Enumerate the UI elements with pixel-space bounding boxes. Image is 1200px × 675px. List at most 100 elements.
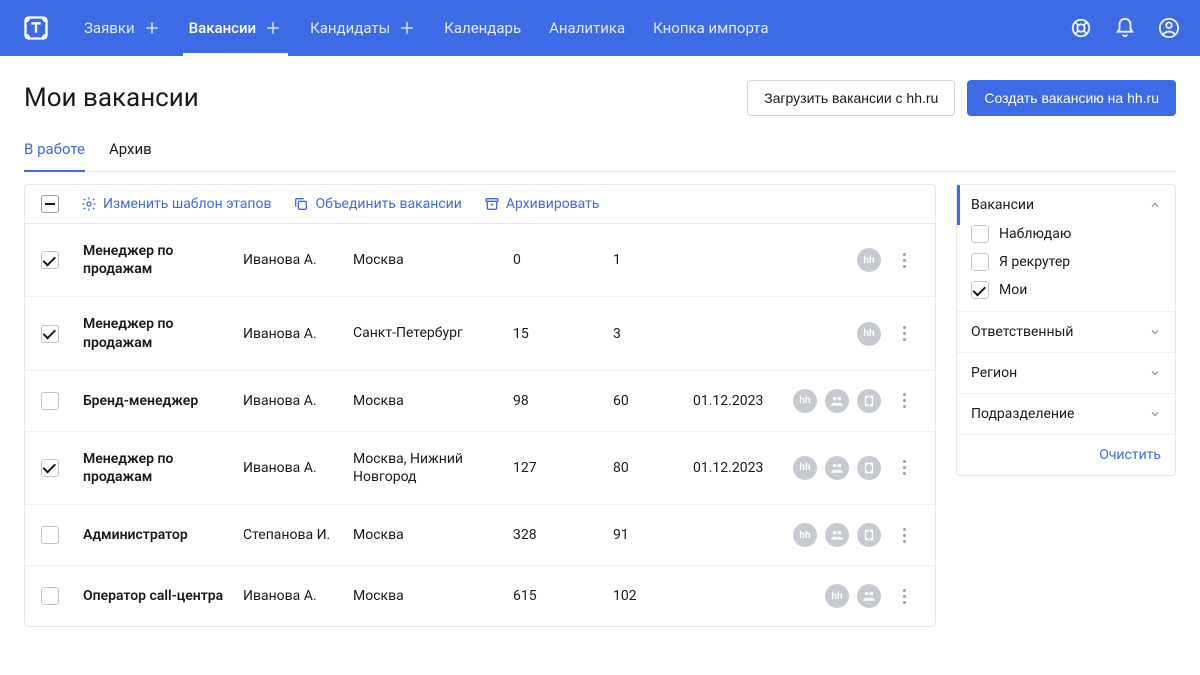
create-vacancy-button[interactable]: Создать вакансию на hh.ru (967, 80, 1176, 116)
filter-head[interactable]: Подразделение (957, 394, 1175, 434)
row-checkbox[interactable] (41, 392, 59, 410)
option-label: Наблюдаю (999, 226, 1071, 242)
dots-icon (903, 528, 906, 543)
table-row[interactable]: Оператор call-центраИванова А.Москва6151… (25, 566, 935, 626)
dots-icon (903, 326, 906, 341)
bulk-bar: Изменить шаблон этапов Объединить ваканс… (25, 185, 935, 224)
bell-icon[interactable] (1114, 17, 1136, 39)
vacancy-count-2: 80 (613, 460, 693, 476)
select-all-checkbox[interactable] (41, 195, 59, 213)
people-source-icon (857, 584, 881, 608)
nav-item-0[interactable]: Заявки (84, 0, 161, 56)
cell-check (41, 392, 83, 410)
row-checkbox[interactable] (41, 459, 59, 477)
option-label: Я рекрутер (999, 254, 1070, 270)
copy-icon (293, 196, 309, 212)
filter-option-1[interactable]: Я рекрутер (971, 253, 1161, 271)
filter-head[interactable]: Регион (957, 353, 1175, 393)
filter-section-3: Подразделение (957, 394, 1175, 435)
row-menu[interactable] (889, 460, 919, 475)
clear-filters[interactable]: Очистить (957, 435, 1175, 475)
table-row[interactable]: Менеджер по продажамИванова А.Санкт-Пете… (25, 297, 935, 370)
archive-label: Архивировать (506, 196, 600, 212)
hh-source-icon: hh (825, 584, 849, 608)
people-source-icon (825, 456, 849, 480)
vacancy-count-2: 3 (613, 326, 693, 342)
option-checkbox[interactable] (971, 225, 989, 243)
shape-source-icon (857, 523, 881, 547)
filter-title: Вакансии (971, 197, 1034, 213)
nav-item-label: Вакансии (189, 19, 256, 37)
nav-item-1[interactable]: Вакансии (189, 0, 282, 56)
vacancy-region: Санкт-Петербург (353, 324, 513, 342)
filter-section-1: Ответственный (957, 312, 1175, 353)
nav-items: Заявки Вакансии Кандидаты Календарь Аналитик… (84, 0, 1062, 56)
table-row[interactable]: Менеджер по продажамИванова А.Москва, Ни… (25, 432, 935, 505)
nav-item-4[interactable]: Аналитика (549, 0, 625, 56)
source-icons: hh (793, 523, 889, 547)
filter-option-0[interactable]: Наблюдаю (971, 225, 1161, 243)
row-checkbox[interactable] (41, 526, 59, 544)
filter-head[interactable]: Вакансии (957, 185, 1175, 225)
table-row[interactable]: Менеджер по продажамИванова А.Москва01hh (25, 224, 935, 297)
hh-source-icon: hh (793, 523, 817, 547)
nav-item-label: Аналитика (549, 19, 625, 37)
hh-source-icon: hh (857, 322, 881, 346)
nav-item-5[interactable]: Кнопка импорта (653, 0, 768, 56)
content-row: Изменить шаблон этапов Объединить ваканс… (24, 184, 1176, 627)
row-menu[interactable] (889, 393, 919, 408)
top-nav: Заявки Вакансии Кандидаты Календарь Аналитик… (0, 0, 1200, 56)
option-label: Мои (999, 282, 1027, 298)
hh-source-icon: hh (793, 389, 817, 413)
cell-check (41, 251, 83, 269)
plus-icon[interactable] (264, 19, 282, 37)
row-checkbox[interactable] (41, 251, 59, 269)
chevron-down-icon (1149, 367, 1161, 379)
merge-action[interactable]: Объединить вакансии (293, 196, 461, 212)
vacancy-title: Менеджер по продажам (83, 315, 243, 351)
tabs: В работе Архив (24, 134, 1176, 172)
table-row[interactable]: АдминистраторСтепанова И.Москва32891hh (25, 505, 935, 566)
profile-icon[interactable] (1158, 17, 1180, 39)
option-checkbox[interactable] (971, 281, 989, 299)
merge-label: Объединить вакансии (315, 196, 461, 212)
vacancy-region: Москва (353, 392, 513, 410)
plus-icon[interactable] (143, 19, 161, 37)
cell-check (41, 325, 83, 343)
option-checkbox[interactable] (971, 253, 989, 271)
vacancy-count-1: 127 (513, 460, 613, 476)
row-menu[interactable] (889, 528, 919, 543)
filter-title: Ответственный (971, 324, 1074, 340)
tab-1[interactable]: Архив (109, 134, 152, 171)
dots-icon (903, 393, 906, 408)
load-vacancies-button[interactable]: Загрузить вакансии с hh.ru (747, 80, 955, 116)
filter-option-2[interactable]: Мои (971, 281, 1161, 299)
tab-0[interactable]: В работе (24, 134, 85, 172)
vacancy-count-1: 615 (513, 588, 613, 604)
logo[interactable] (20, 12, 52, 44)
archive-action[interactable]: Архивировать (484, 196, 600, 212)
nav-item-2[interactable]: Кандидаты (310, 0, 416, 56)
plus-icon[interactable] (398, 19, 416, 37)
dots-icon (903, 589, 906, 604)
vacancy-title: Менеджер по продажам (83, 450, 243, 486)
vacancy-title: Оператор call-центра (83, 587, 243, 605)
filter-title: Регион (971, 365, 1017, 381)
vacancy-count-2: 60 (613, 393, 693, 409)
help-icon[interactable] (1070, 17, 1092, 39)
row-checkbox[interactable] (41, 587, 59, 605)
filter-head[interactable]: Ответственный (957, 312, 1175, 352)
filter-section-2: Регион (957, 353, 1175, 394)
row-menu[interactable] (889, 589, 919, 604)
nav-right (1070, 17, 1180, 39)
row-menu[interactable] (889, 253, 919, 268)
archive-icon (484, 196, 500, 212)
people-source-icon (825, 389, 849, 413)
nav-item-3[interactable]: Календарь (444, 0, 521, 56)
filter-title: Подразделение (971, 406, 1074, 422)
row-menu[interactable] (889, 326, 919, 341)
table-row[interactable]: Бренд-менеджерИванова А.Москва986001.12.… (25, 371, 935, 432)
filter-body: Наблюдаю Я рекрутер Мои (957, 225, 1175, 311)
row-checkbox[interactable] (41, 325, 59, 343)
edit-stages-action[interactable]: Изменить шаблон этапов (81, 196, 271, 212)
